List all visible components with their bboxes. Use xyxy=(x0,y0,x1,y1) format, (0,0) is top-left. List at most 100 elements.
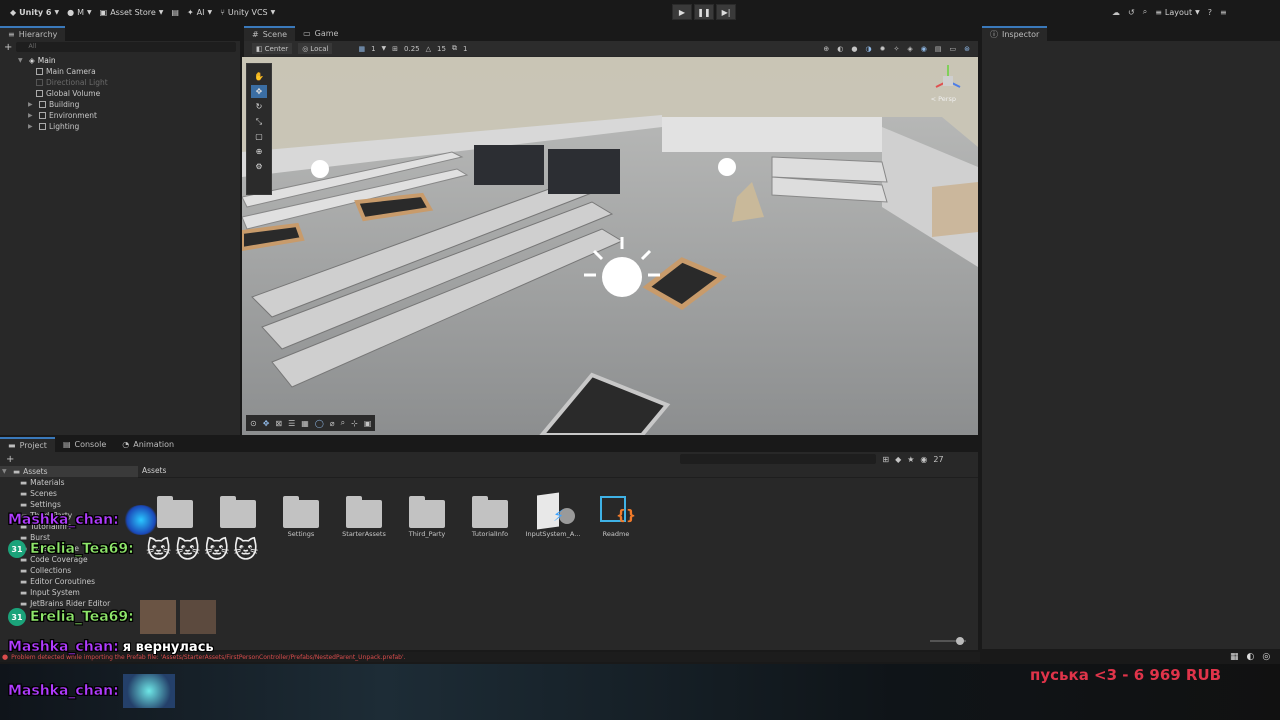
persp-label[interactable]: < Persp xyxy=(931,95,956,103)
grid-value[interactable]: 1 xyxy=(371,45,375,53)
shaded-icon[interactable]: ● xyxy=(851,45,857,53)
play-button[interactable]: ▶ xyxy=(672,4,692,20)
menu-icon[interactable]: ≡ xyxy=(1220,8,1227,17)
tab-project[interactable]: ▬ Project xyxy=(0,437,55,452)
view-tool-icon[interactable]: ✋ xyxy=(251,70,267,83)
tab-animation[interactable]: ◔ Animation xyxy=(114,437,182,452)
render-mode-icon[interactable]: ◐ xyxy=(837,45,843,53)
tree-item[interactable]: ▬ Editor Coroutines xyxy=(20,576,138,587)
audio-icon[interactable]: ◈ xyxy=(907,45,912,53)
move-tool-icon[interactable]: ✥ xyxy=(251,85,267,98)
notification-icon[interactable]: ◎ xyxy=(1262,652,1270,662)
zoom-slider[interactable] xyxy=(930,637,966,645)
camera-icon[interactable]: ▣ xyxy=(364,419,372,428)
user-button[interactable]: ● M ▼ xyxy=(63,4,96,20)
grid-snap-icon[interactable]: ⊠ xyxy=(275,419,282,428)
asset-item[interactable]: Settings xyxy=(271,494,331,538)
visibility-icon[interactable]: ◉ xyxy=(920,455,927,464)
fx-icon[interactable]: ✧ xyxy=(894,45,900,53)
asset-item[interactable]: ⚡ InputSystem_A... xyxy=(523,492,583,538)
folder-icon: ▬ xyxy=(20,588,28,597)
asset-folder-hidden[interactable] xyxy=(208,494,268,530)
space-dropdown[interactable]: ◎ Local xyxy=(298,43,333,54)
tree-item[interactable]: ▬ Scenes xyxy=(20,488,138,499)
layout-dropdown[interactable]: ≡ Layout ▼ xyxy=(1155,4,1200,20)
package-button[interactable]: ▤ xyxy=(167,4,183,20)
camera-icon[interactable]: ▭ xyxy=(950,45,957,53)
tree-item[interactable]: ▬ Collections xyxy=(20,565,138,576)
tab-inspector[interactable]: ⓘ Inspector xyxy=(982,26,1048,41)
custom-tool-icon[interactable]: ⚙ xyxy=(251,160,267,173)
cloud-icon[interactable]: ☁ xyxy=(1112,8,1120,17)
gameobject-icon xyxy=(36,68,43,75)
search-icon[interactable]: ⌕ xyxy=(1143,7,1147,17)
scene-root[interactable]: ▼ ◈ Main xyxy=(18,55,240,66)
scene-name: Main xyxy=(37,56,56,65)
orbit-icon[interactable]: ◯ xyxy=(315,419,324,428)
label-icon[interactable]: ◆ xyxy=(895,455,901,464)
project-search-input[interactable] xyxy=(680,454,877,464)
hierarchy-search-input[interactable]: All xyxy=(16,42,236,52)
snap-toggle-icon[interactable]: ⊙ xyxy=(250,419,257,428)
pause-button[interactable]: ❚❚ xyxy=(694,4,714,20)
pivot-dropdown[interactable]: ◧ Center xyxy=(252,43,293,54)
asset-item[interactable]: StarterAssets xyxy=(334,494,394,538)
network-icon[interactable]: ▦ xyxy=(1230,652,1239,662)
package-icon: ▤ xyxy=(171,7,179,17)
zoom-icon[interactable]: ⌕ xyxy=(341,418,345,428)
visibility-icon[interactable]: ◉ xyxy=(921,45,927,53)
vcs-button[interactable]: ⑂ Unity VCS ▼ xyxy=(216,4,279,20)
align-icon[interactable]: ☰ xyxy=(288,419,295,428)
layers-icon[interactable]: ▤ xyxy=(935,45,942,53)
scale-snap-icon[interactable]: ⧉ xyxy=(452,44,457,53)
history-icon[interactable]: ↺ xyxy=(1128,8,1135,17)
lighting-icon[interactable]: ✹ xyxy=(880,45,886,53)
tree-item[interactable]: ▬ Materials xyxy=(20,477,138,488)
move-snap-icon[interactable]: ✥ xyxy=(263,419,270,428)
help-icon[interactable]: ? xyxy=(1208,8,1212,17)
hierarchy-item[interactable]: Global Volume xyxy=(36,88,240,99)
rotate-tool-icon[interactable]: ↻ xyxy=(251,100,267,113)
step-button[interactable]: ▶| xyxy=(716,4,736,20)
wire-icon[interactable]: ◑ xyxy=(866,45,872,53)
breadcrumb[interactable]: Assets xyxy=(138,466,978,478)
asset-item[interactable]: Third_Party xyxy=(397,494,457,538)
tab-scene[interactable]: # Scene xyxy=(244,26,296,41)
sound-icon[interactable]: ◐ xyxy=(1247,652,1255,662)
account-button[interactable]: ◆ Unity 6 ▼ xyxy=(6,4,63,20)
scene-gizmo[interactable] xyxy=(928,59,968,99)
grid-icon[interactable]: ▦ xyxy=(358,45,365,53)
hierarchy-item[interactable]: ▶ Building xyxy=(28,99,240,110)
filter-icon[interactable]: ⊞ xyxy=(882,455,889,464)
gizmos-icon[interactable]: ⊛ xyxy=(964,45,970,53)
add-icon[interactable]: + xyxy=(6,454,14,465)
snap-icon[interactable]: ⊞ xyxy=(392,45,398,53)
scale-tool-icon[interactable]: ⤡ xyxy=(251,115,267,128)
tree-item[interactable]: ▬ Input System xyxy=(20,587,138,598)
asset-item[interactable]: TutorialInfo xyxy=(460,494,520,538)
rotate-snap-value[interactable]: 15 xyxy=(437,45,446,53)
hierarchy-item[interactable]: Directional Light xyxy=(36,77,240,88)
ai-button[interactable]: ✦ AI ▼ xyxy=(183,4,216,20)
probe-icon[interactable]: ⌀ xyxy=(330,419,335,428)
hierarchy-item[interactable]: ▶ Environment xyxy=(28,110,240,121)
globe-icon[interactable]: ⊕ xyxy=(823,45,829,53)
asset-item[interactable]: {} Readme xyxy=(586,494,646,538)
center-icon[interactable]: ⊹ xyxy=(351,419,358,428)
transform-tool-icon[interactable]: ⊕ xyxy=(251,145,267,158)
scene-viewport[interactable]: < Persp ✋ ✥ ↻ ⤡ ▢ ⊕ ⚙ ⊙ ✥ ⊠ ☰ ▦ ◯ ⌀ ⌕ ⊹ … xyxy=(242,57,978,435)
hierarchy-item[interactable]: ▶ Lighting xyxy=(28,121,240,132)
tab-hierarchy[interactable]: ≡ Hierarchy xyxy=(0,26,66,41)
grid-icon[interactable]: ▦ xyxy=(301,419,309,428)
add-icon[interactable]: + xyxy=(4,42,12,53)
snap-value[interactable]: 0.25 xyxy=(404,45,420,53)
rect-tool-icon[interactable]: ▢ xyxy=(251,130,267,143)
tab-console[interactable]: ▤ Console xyxy=(55,437,114,452)
hierarchy-item[interactable]: Main Camera xyxy=(36,66,240,77)
tab-game[interactable]: ▭ Game xyxy=(295,26,346,41)
asset-store-button[interactable]: ▣ Asset Store ▼ xyxy=(96,4,168,20)
rotate-snap-icon[interactable]: △ xyxy=(426,45,431,53)
favorite-icon[interactable]: ★ xyxy=(907,455,914,464)
scale-snap-value[interactable]: 1 xyxy=(463,45,467,53)
tree-item[interactable]: ▼ ▬ Assets xyxy=(0,466,138,477)
